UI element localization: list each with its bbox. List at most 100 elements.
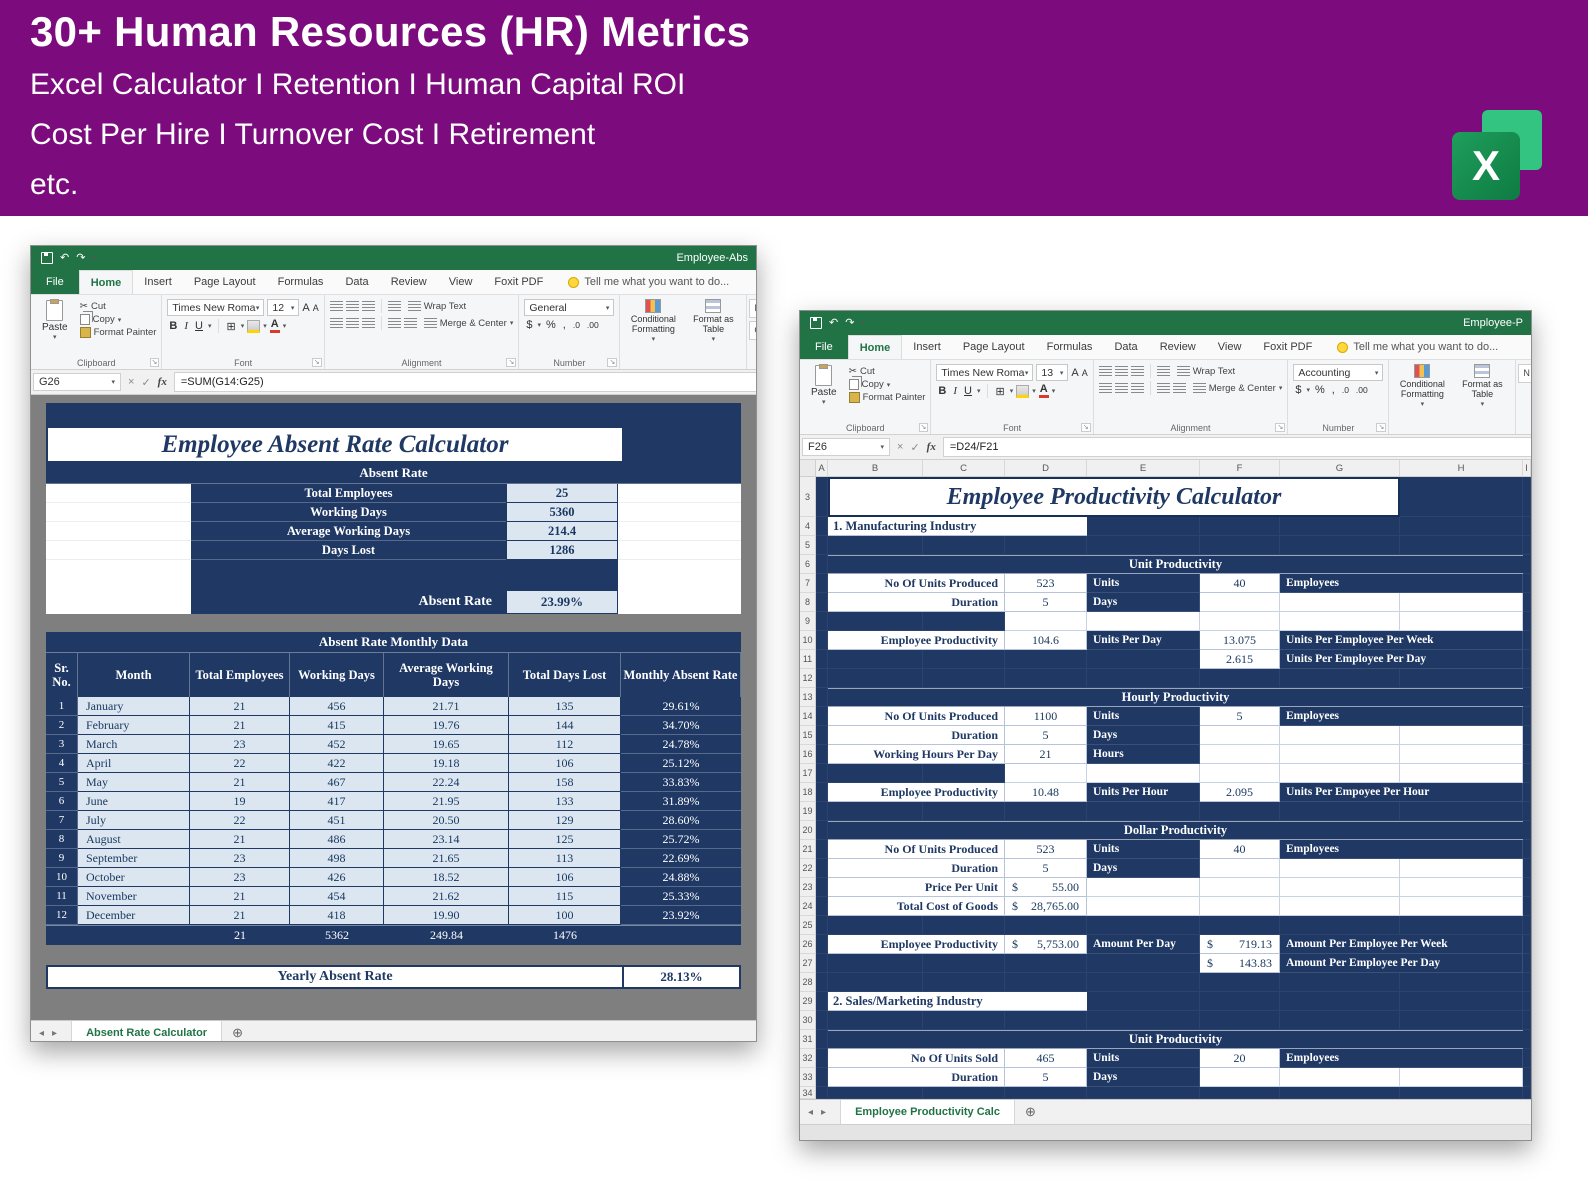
row-number[interactable]: 17 bbox=[800, 764, 816, 783]
cell[interactable]: Amount Per Employee Per Week bbox=[1280, 935, 1523, 954]
cell[interactable] bbox=[1200, 992, 1280, 1011]
cell[interactable] bbox=[1087, 1011, 1200, 1030]
row-number[interactable]: 16 bbox=[800, 745, 816, 764]
cell[interactable]: 106 bbox=[509, 754, 621, 773]
cell[interactable]: Hourly Productivity bbox=[828, 688, 1523, 707]
cell[interactable] bbox=[1523, 1087, 1531, 1099]
dialog-launcher-icon[interactable]: ↘ bbox=[607, 358, 617, 367]
cell[interactable]: 24.78% bbox=[621, 735, 741, 754]
cell[interactable] bbox=[828, 1087, 923, 1099]
cell[interactable] bbox=[816, 631, 828, 650]
select-all-corner[interactable] bbox=[800, 460, 816, 476]
row-number[interactable]: 15 bbox=[800, 726, 816, 745]
copy-button[interactable]: Copy▾ bbox=[80, 314, 157, 325]
cell[interactable] bbox=[1005, 802, 1087, 821]
cell[interactable] bbox=[816, 650, 828, 669]
increase-font-icon[interactable]: A bbox=[302, 302, 309, 314]
undo-icon[interactable]: ↶ bbox=[60, 253, 69, 264]
cell[interactable] bbox=[1400, 992, 1523, 1011]
cell[interactable] bbox=[828, 612, 923, 631]
number-format-select[interactable]: General▾ bbox=[524, 299, 614, 316]
dialog-launcher-icon[interactable]: ↘ bbox=[1275, 423, 1285, 432]
name-box[interactable]: G26 ▾ bbox=[33, 373, 121, 391]
cell[interactable]: 8 bbox=[46, 830, 78, 849]
yearly-absent-rate-value[interactable]: 28.13% bbox=[624, 967, 739, 987]
cell[interactable]: 104.6 bbox=[1005, 631, 1087, 650]
cell[interactable] bbox=[1523, 612, 1531, 631]
underline-button[interactable]: U bbox=[193, 320, 205, 332]
cell[interactable] bbox=[1005, 650, 1087, 669]
cell[interactable]: Units bbox=[1087, 1049, 1200, 1068]
cell[interactable] bbox=[1400, 669, 1523, 688]
cell[interactable] bbox=[1280, 802, 1400, 821]
align-top-icon[interactable] bbox=[1099, 366, 1112, 376]
cell[interactable]: 10.48 bbox=[1005, 783, 1087, 802]
cell[interactable]: 422 bbox=[290, 754, 384, 773]
orientation-icon[interactable] bbox=[388, 301, 401, 311]
cell[interactable] bbox=[923, 954, 1005, 973]
cell[interactable]: 19.90 bbox=[384, 906, 509, 925]
currency-format-icon[interactable]: $ bbox=[524, 319, 534, 331]
decrease-indent-icon[interactable] bbox=[1157, 383, 1170, 393]
cell[interactable] bbox=[1280, 517, 1400, 536]
row-number[interactable]: 31 bbox=[800, 1030, 816, 1049]
align-bottom-icon[interactable] bbox=[362, 301, 375, 311]
redo-icon[interactable]: ↷ bbox=[76, 253, 85, 264]
align-center-icon[interactable] bbox=[1115, 383, 1128, 393]
cell[interactable] bbox=[816, 992, 828, 1011]
cell[interactable] bbox=[923, 669, 1005, 688]
cell[interactable] bbox=[1400, 878, 1523, 897]
cell[interactable] bbox=[828, 536, 923, 555]
cell[interactable]: April bbox=[78, 754, 190, 773]
align-middle-icon[interactable] bbox=[346, 301, 359, 311]
cell[interactable]: 13.075 bbox=[1200, 631, 1280, 650]
borders-icon[interactable]: ⊞ bbox=[225, 320, 238, 333]
cell[interactable]: 21 bbox=[190, 697, 290, 716]
ribbon-tab-home[interactable]: Home bbox=[79, 270, 134, 294]
cell[interactable] bbox=[816, 574, 828, 593]
row-number[interactable]: 9 bbox=[800, 612, 816, 631]
cell[interactable]: 21 bbox=[190, 906, 290, 925]
row-number[interactable]: 7 bbox=[800, 574, 816, 593]
cell[interactable] bbox=[1280, 612, 1400, 631]
row-number[interactable]: 6 bbox=[800, 555, 816, 574]
cell[interactable]: 33.83% bbox=[621, 773, 741, 792]
cell[interactable] bbox=[828, 802, 923, 821]
cell[interactable] bbox=[1400, 1011, 1523, 1030]
font-color-icon[interactable]: A bbox=[270, 319, 280, 333]
row-number[interactable]: 25 bbox=[800, 916, 816, 935]
cell[interactable]: No Of Units Produced bbox=[828, 574, 1005, 593]
cell[interactable] bbox=[1523, 783, 1531, 802]
formula-input[interactable]: =D24/F21 bbox=[943, 437, 1531, 457]
align-bottom-icon[interactable] bbox=[1131, 366, 1144, 376]
fill-color-icon[interactable] bbox=[1016, 385, 1029, 398]
cell[interactable] bbox=[923, 764, 1005, 783]
format-as-table-button[interactable]: Format as Table ▾ bbox=[685, 299, 741, 343]
cell[interactable] bbox=[816, 555, 828, 574]
cell[interactable] bbox=[1087, 1087, 1200, 1099]
increase-indent-icon[interactable] bbox=[1173, 383, 1186, 393]
comma-format-icon[interactable]: , bbox=[561, 319, 568, 331]
cell[interactable] bbox=[828, 954, 923, 973]
cell[interactable] bbox=[1200, 726, 1280, 745]
cell[interactable] bbox=[1400, 517, 1523, 536]
cell[interactable]: 417 bbox=[290, 792, 384, 811]
sheet-tab[interactable]: Employee Productivity Calc bbox=[840, 1100, 1015, 1124]
cell[interactable] bbox=[816, 688, 828, 707]
cell[interactable]: 21.95 bbox=[384, 792, 509, 811]
row-number[interactable]: 8 bbox=[800, 593, 816, 612]
sheet-nav-right-icon[interactable]: ▸ bbox=[821, 1107, 826, 1118]
cut-button[interactable]: ✂Cut bbox=[849, 366, 926, 377]
cell[interactable] bbox=[1523, 745, 1531, 764]
ribbon-tab-review[interactable]: Review bbox=[1149, 335, 1207, 359]
cell[interactable]: 23.14 bbox=[384, 830, 509, 849]
summary-value[interactable]: 1286 bbox=[506, 541, 618, 560]
cell[interactable]: 25.12% bbox=[621, 754, 741, 773]
cell[interactable] bbox=[816, 859, 828, 878]
cell[interactable] bbox=[923, 612, 1005, 631]
ribbon-tab-foxit-pdf[interactable]: Foxit PDF bbox=[483, 270, 554, 294]
cell[interactable] bbox=[828, 669, 923, 688]
cell[interactable]: 452 bbox=[290, 735, 384, 754]
cell[interactable] bbox=[1200, 517, 1280, 536]
cell[interactable]: 21.62 bbox=[384, 887, 509, 906]
